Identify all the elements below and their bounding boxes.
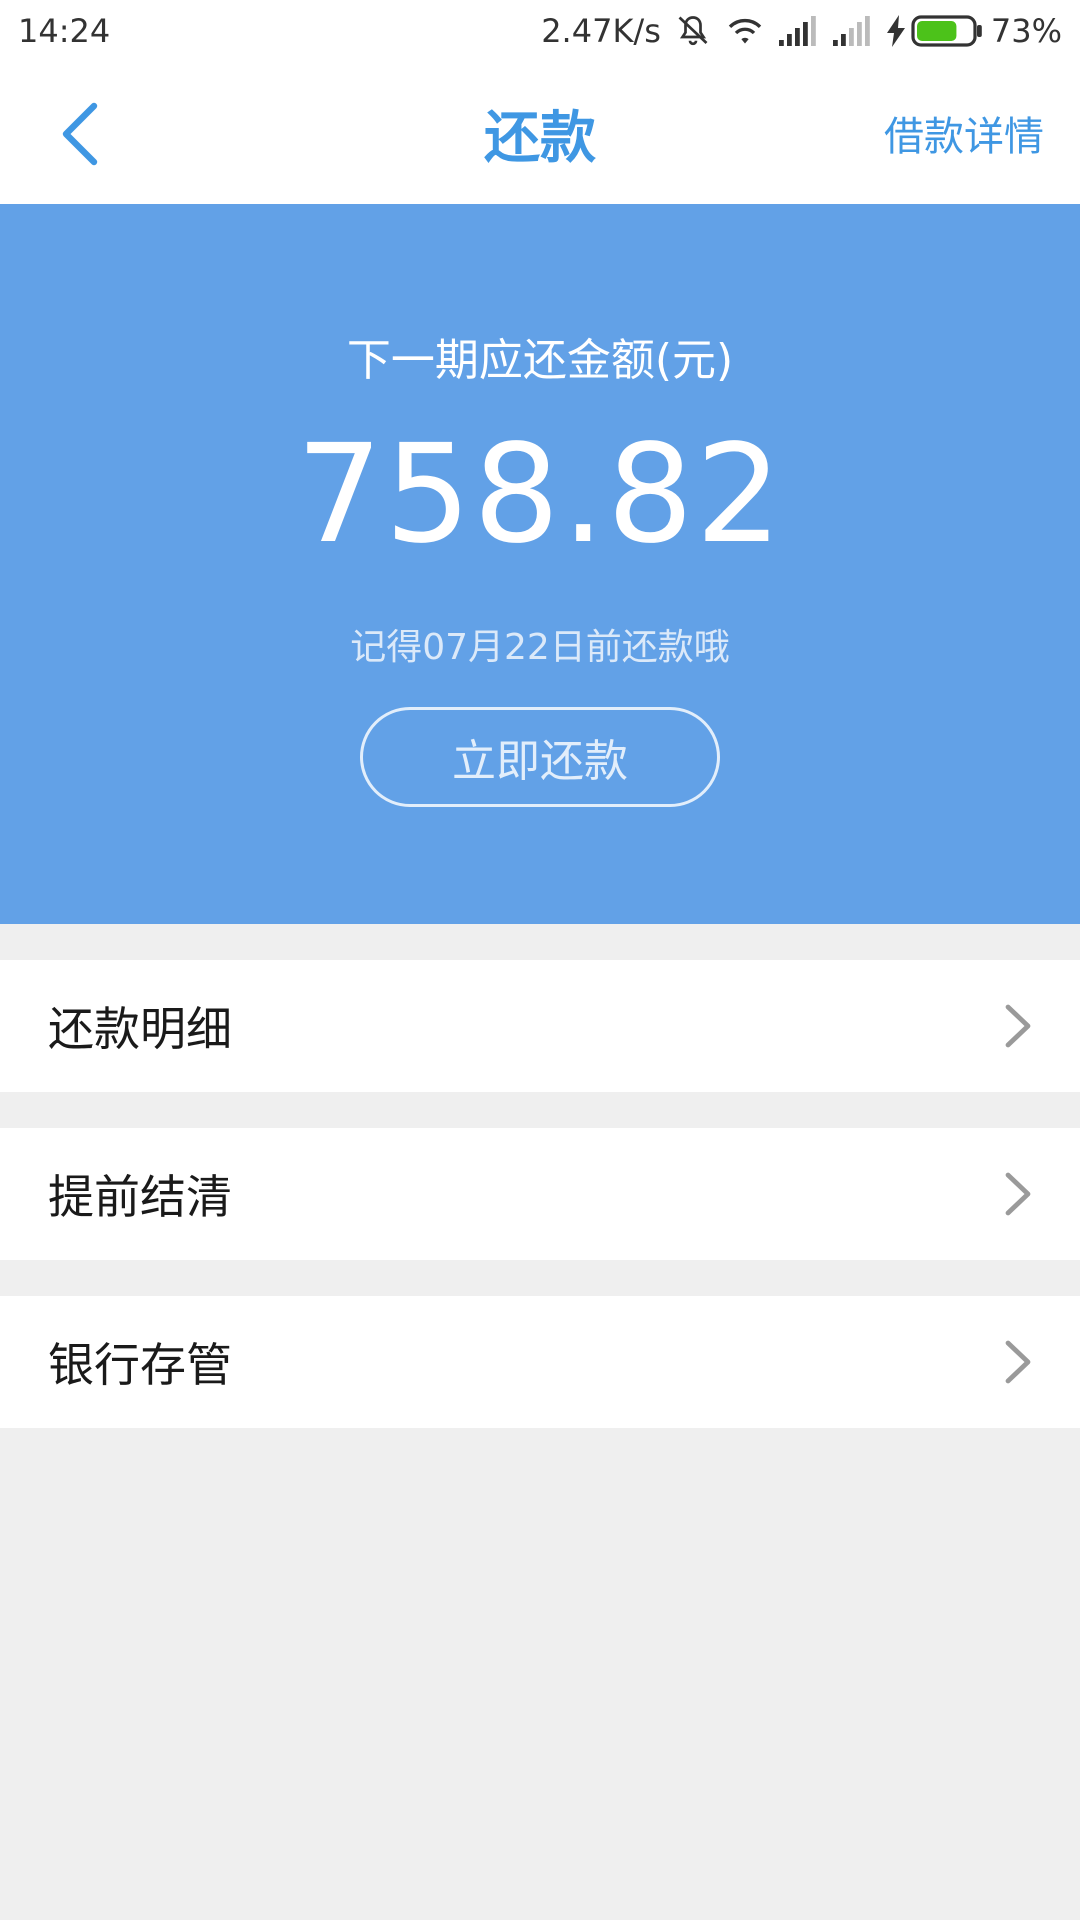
chevron-right-icon [1004,1339,1032,1385]
nav-bar: 还款 借款详情 [0,62,1080,204]
battery-percent: 73% [990,12,1062,50]
status-right-group: 2.47K/s 73% [541,12,1062,50]
next-payment-amount: 758.82 [296,416,784,574]
chevron-right-icon [1004,1171,1032,1217]
chevron-left-icon [58,102,102,170]
repayment-hero: 下一期应还金额(元) 758.82 记得07月22日前还款哦 立即还款 [0,204,1080,924]
network-speed: 2.47K/s [541,12,661,50]
wifi-icon [725,15,765,47]
loan-details-link[interactable]: 借款详情 [884,62,1044,204]
status-time: 14:24 [18,12,111,50]
signal-icon [832,16,873,46]
bell-muted-icon [675,13,711,49]
menu-item-label: 银行存管 [48,1338,232,1392]
status-bar: 14:24 2.47K/s 73% [0,0,1080,62]
menu-item-label: 提前结清 [48,1170,232,1224]
menu-item-repayment-details[interactable]: 还款明细 [0,960,1080,1092]
menu-item-label: 还款明细 [48,1002,232,1056]
menu-item-early-settlement[interactable]: 提前结清 [0,1128,1080,1260]
menu-item-bank-custody[interactable]: 银行存管 [0,1296,1080,1428]
app-root: 14:24 2.47K/s 73% 还款 借款详情 下一期应还金额(元) 758… [0,0,1080,1920]
due-date-reminder: 记得07月22日前还款哦 [350,627,730,668]
chevron-right-icon [1004,1003,1032,1049]
charging-icon [886,15,905,47]
battery-icon [911,15,983,47]
battery-group: 73% [886,12,1062,50]
signal-icon [778,16,819,46]
repay-now-button[interactable]: 立即还款 [360,707,720,807]
back-button[interactable] [40,96,120,176]
next-payment-label: 下一期应还金额(元) [346,335,734,386]
